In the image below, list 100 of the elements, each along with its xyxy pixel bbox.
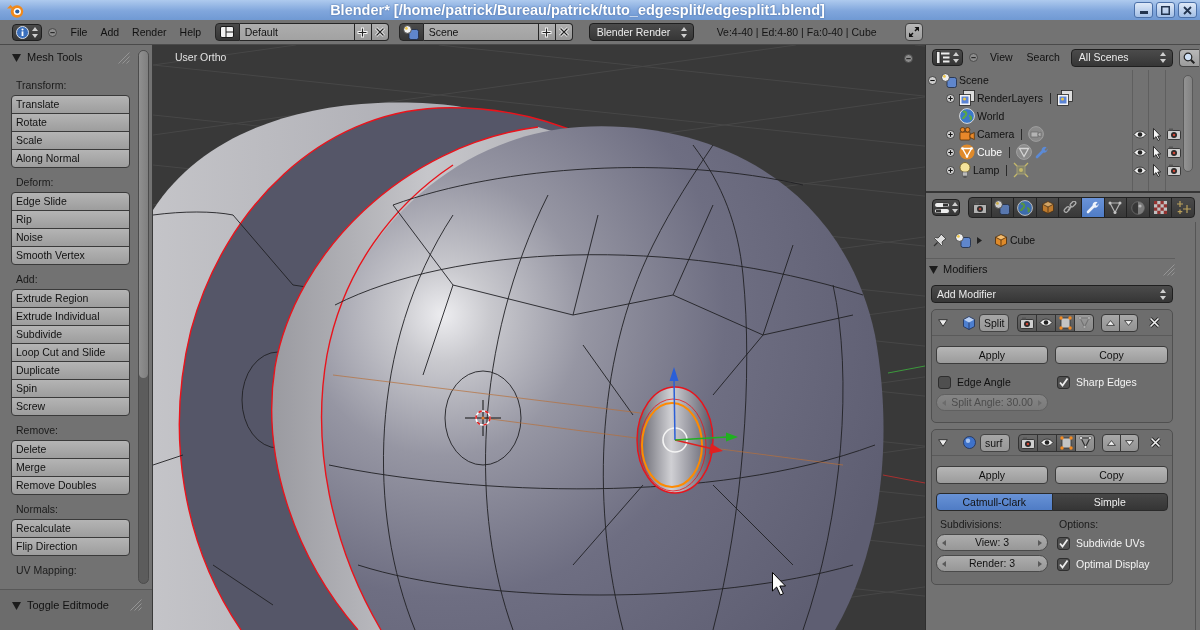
scene-button[interactable] [398,23,424,41]
segment-button[interactable]: Catmull-Clark [936,493,1053,511]
checkbox-icon[interactable] [1057,536,1070,550]
editor-type-button[interactable] [12,23,42,41]
scrollbar-track[interactable] [138,50,149,584]
move-up-button[interactable] [1101,313,1121,332]
checkbox-option[interactable]: Optimal Display [1055,555,1168,573]
disclosure-triangle-icon[interactable] [938,438,948,447]
tree-item-label[interactable]: Camera [977,127,1015,141]
toggle-button[interactable] [1056,433,1076,452]
minimize-button[interactable] [1134,2,1153,18]
checkbox-option[interactable]: Edge Angle [936,373,1048,391]
tool-button[interactable]: Merge [11,458,130,477]
toggle-button[interactable] [1055,313,1076,332]
properties-tab[interactable] [1080,197,1105,218]
render-engine-dropdown[interactable]: Blender Render [588,23,694,41]
number-field[interactable]: View: 3 [936,534,1048,551]
tool-button[interactable]: Flip Direction [11,537,130,556]
segment-button[interactable]: Simple [1051,493,1168,511]
menu-item[interactable]: Search [1022,49,1064,66]
tool-button[interactable]: Noise [11,228,130,247]
action-button[interactable]: Copy [1055,346,1168,364]
checkbox-option[interactable]: Subdivide UVs [1055,534,1168,552]
tool-button[interactable]: Smooth Vertex [11,246,130,265]
properties-tab[interactable] [1035,197,1060,218]
toggle-button[interactable] [1037,433,1057,452]
maximize-button[interactable] [1156,2,1175,18]
delete-button[interactable] [1150,437,1161,448]
modifier-name-field[interactable]: Split [979,313,1010,332]
properties-tab[interactable] [968,197,992,218]
add-modifier-dropdown[interactable]: Add Modifier [931,285,1173,303]
pointer-icon[interactable] [1152,163,1161,177]
properties-tab[interactable] [1148,197,1173,218]
search-button[interactable] [1178,48,1199,67]
eye-icon[interactable] [1133,165,1147,175]
layout-button[interactable] [214,23,240,41]
checkbox-icon[interactable] [938,375,951,389]
camera-icon[interactable] [1166,146,1181,158]
minus-circle-icon[interactable] [928,75,937,85]
tool-button[interactable]: Along Normal [11,149,130,168]
tree-item-label[interactable]: Scene [959,73,989,87]
action-button[interactable]: Apply [936,466,1048,484]
plus-circle-icon[interactable] [946,93,955,103]
pointer-icon[interactable] [1152,127,1161,141]
transform-arrows-icon[interactable] [662,367,738,454]
checkbox-option[interactable]: Sharp Edges [1055,373,1168,391]
eye-icon[interactable] [1133,147,1147,157]
editor-type-button[interactable] [932,49,963,66]
crosshair-icon [464,399,502,437]
toggle-button[interactable] [1017,313,1038,332]
action-button[interactable]: Apply [936,346,1048,364]
action-button[interactable]: Copy [1055,466,1168,484]
close-button[interactable] [1178,2,1197,18]
checkbox-icon[interactable] [1057,557,1070,571]
move-up-button[interactable] [1102,433,1121,452]
scrollbar-thumb[interactable] [1183,75,1193,172]
menu-item[interactable]: Add [93,23,126,41]
tree-item-label[interactable]: World [977,109,1005,123]
menu-item[interactable]: View [986,49,1017,66]
number-field[interactable]: Render: 3 [936,555,1048,572]
properties-tab[interactable] [1103,197,1128,218]
up-triangle-icon [1107,439,1116,446]
camera-icon[interactable] [1166,164,1181,176]
properties-tab[interactable] [1013,197,1037,218]
toggle-button[interactable] [1018,433,1038,452]
screen-layout-icon [220,26,235,38]
menu-item[interactable]: Render [125,23,174,41]
camera-icon[interactable] [1166,128,1181,140]
plus-circle-icon[interactable] [946,147,955,157]
toggle-button[interactable] [1036,313,1057,332]
plus-circle-icon[interactable] [946,129,955,139]
tree-item-label[interactable]: Cube [977,145,1003,159]
filter-dropdown[interactable]: All Scenes [1070,48,1173,67]
tree-item-label[interactable]: Lamp [973,163,1000,177]
tool-button[interactable]: Screw [11,397,130,416]
fullscreen-button[interactable] [904,23,923,41]
tool-button[interactable]: Spin [11,379,130,398]
tool-button[interactable]: Remove Doubles [11,476,130,495]
tool-button[interactable]: Recalculate [11,519,130,538]
move-down-button[interactable] [1120,433,1139,452]
toggle-button[interactable] [1075,433,1095,452]
scrollbar-thumb[interactable] [139,51,148,378]
tree-item-label[interactable]: RenderLayers [977,91,1043,105]
delete-button[interactable] [1149,317,1161,328]
scene-name-field[interactable]: Scene [423,23,539,41]
eye-icon[interactable] [1133,129,1147,139]
disclosure-triangle-icon[interactable] [938,318,948,327]
menu-item[interactable]: Help [173,23,208,41]
tool-button[interactable]: Scale [11,131,130,150]
move-down-button[interactable] [1119,313,1139,332]
checkbox-icon[interactable] [1057,375,1070,389]
pin-icon[interactable] [933,233,947,247]
pointer-icon[interactable] [1152,145,1161,159]
properties-tab[interactable] [990,197,1015,218]
plus-circle-icon[interactable] [946,165,955,175]
editor-type-button[interactable] [932,199,960,216]
modifier-name-field[interactable]: surf [980,433,1010,452]
menu-item[interactable]: File [64,23,94,41]
layout-name-field[interactable]: Default [239,23,355,41]
properties-tab[interactable] [1058,197,1082,218]
